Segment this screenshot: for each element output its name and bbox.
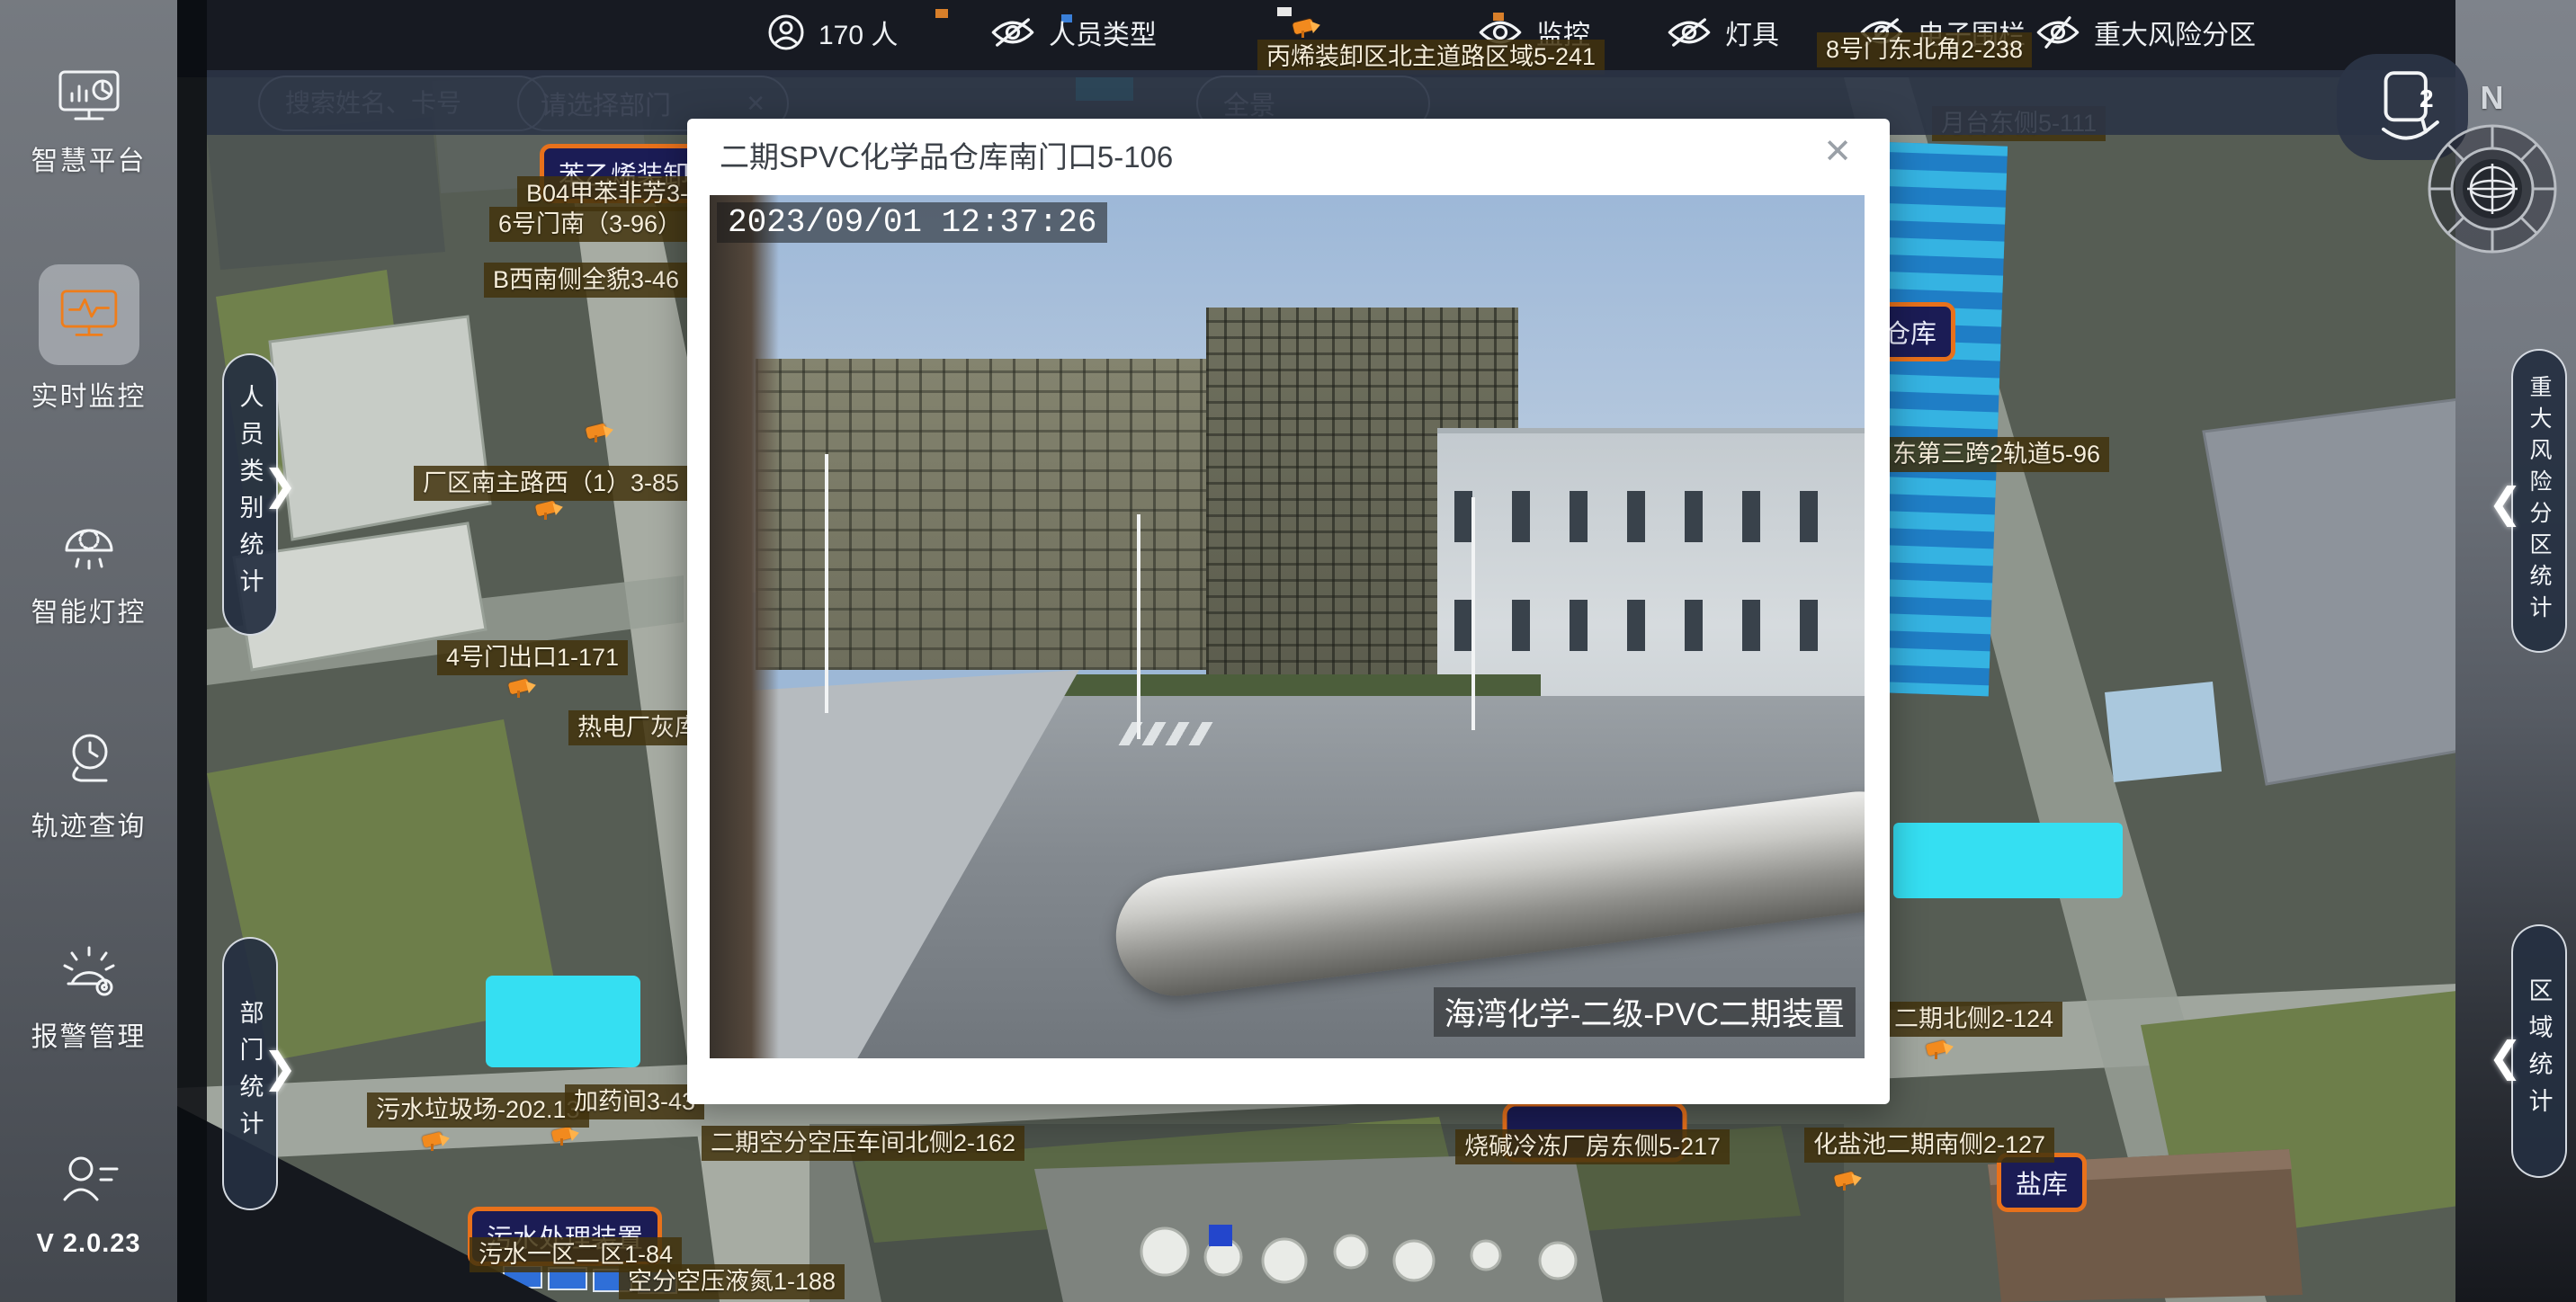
compass-north-label: N [2418,79,2566,117]
camera-3d-icon[interactable] [423,1131,453,1151]
map-camera-label[interactable]: 二期北侧2-124 [1885,1002,2062,1037]
camera-3d-icon[interactable] [1927,1039,1957,1059]
toggle-label: 重大风险分区 [2094,13,2256,52]
person-icon [766,13,806,52]
map-camera-label[interactable]: 8号门东北角2-238 [1817,32,2032,67]
person-count: 170 人 [766,9,898,56]
camera-3d-icon[interactable] [1293,18,1324,38]
expand-arrow-left-icon[interactable]: ❮ [2488,478,2523,527]
camera-3d-icon[interactable] [586,423,617,442]
photo-crosswalk [1119,722,1213,745]
map-left-shadow [177,0,207,1302]
sidebar-item-smart-lighting[interactable]: 智能灯控 [31,513,147,629]
camera-3d-icon[interactable] [552,1126,583,1146]
map-camera-label[interactable]: 空分空压液氮1-188 [619,1264,845,1299]
eye-off-icon [2035,16,2081,49]
person-count-value: 170 人 [818,13,898,52]
sidebar-item-personnel[interactable] [49,1149,130,1212]
smart-platform-icon [49,65,130,129]
realtime-monitor-icon [51,283,127,346]
sidebar-item-label: 智慧平台 [31,138,147,178]
toggle-person-type[interactable]: 人员类型 [989,9,1157,56]
toggle-label: 人员类型 [1049,13,1157,52]
toggle-risk-zone[interactable]: 重大风险分区 [2035,9,2256,56]
compass[interactable]: N [2418,79,2566,265]
sidebar-item-label: 实时监控 [31,374,147,414]
sidebar-item-track-query[interactable]: 轨迹查询 [31,727,147,843]
track-query-icon [49,727,130,795]
toggle-label: 灯具 [1725,13,1779,52]
modal-title: 二期SPVC化学品仓库南门口5-106 [720,133,1173,176]
map-camera-label[interactable]: 加药间3-43 [565,1084,704,1119]
sidebar-item-label: 智能灯控 [31,590,147,629]
smart-lighting-icon [49,513,130,581]
photo-watermark: 海湾化学-二级-PVC二期装置 [1434,987,1856,1037]
sidebar-item-label: 报警管理 [31,1014,147,1054]
photo-lamp-pole [1471,497,1475,730]
map-camera-label[interactable]: 污水垃圾场-202.13 [367,1092,589,1128]
sidebar-item-alarm-management[interactable]: 报警管理 [31,937,147,1054]
sidebar-nav: 智慧平台 实时监控 智能灯控 轨迹查询 [0,0,177,1302]
close-icon[interactable]: ✕ [1823,131,1852,172]
photo-plant-structure [756,359,1264,670]
app-version: V 2.0.23 [36,1229,140,1259]
photo-timestamp: 2023/09/01 12:37:26 [717,202,1107,243]
map-camera-label[interactable]: 厂区南主路西（1）3-85 [414,466,688,501]
sidebar-item-smart-platform[interactable]: 智慧平台 [31,65,147,178]
photo-foreground-frame [710,195,779,1058]
tab-label: 区域统计 [2522,977,2557,1125]
expand-arrow-left-icon[interactable]: ❮ [2488,1032,2523,1081]
expand-arrow-right-icon[interactable]: ❯ [263,1043,298,1092]
map-camera-label[interactable]: 二期空分空压车间北侧2-162 [702,1126,1024,1161]
alarm-management-icon [49,937,130,1005]
tab-label: 重大风险分区统计 [2523,375,2555,627]
person-list-icon [49,1149,130,1212]
map-camera-label[interactable]: 东第三跨2轨道5-96 [1883,437,2109,472]
camera-snapshot: 2023/09/01 12:37:26 海湾化学-二级-PVC二期装置 [710,195,1865,1058]
sidebar-item-label: 轨迹查询 [31,804,147,843]
eye-off-icon [1666,16,1713,49]
map-camera-label[interactable]: 4号门出口1-171 [437,640,628,675]
active-item-highlight [39,264,139,365]
eye-off-icon [989,16,1036,49]
map-camera-label[interactable]: 化盐池二期南侧2-127 [1804,1128,2054,1163]
photo-lamp-pole [825,454,828,713]
toggle-light[interactable]: 灯具 [1666,9,1779,56]
map-camera-label[interactable]: B西南侧全貌3-46 [484,263,688,298]
camera-3d-icon[interactable] [1835,1171,1865,1191]
photo-lamp-pole [1137,514,1140,739]
map-camera-label[interactable]: 烧碱冷冻厂房东侧5-217 [1455,1129,1730,1164]
camera-3d-icon[interactable] [509,678,540,698]
map-camera-label[interactable]: 6号门南（3-96） [489,207,691,242]
camera-preview-modal: 二期SPVC化学品仓库南门口5-106 ✕ 2023/09/01 12:37:2… [687,119,1890,1104]
sidebar-item-realtime-monitor[interactable]: 实时监控 [31,264,147,414]
compass-dial[interactable] [2420,117,2564,261]
expand-arrow-right-icon[interactable]: ❯ [263,460,298,509]
camera-3d-icon[interactable] [536,500,567,520]
